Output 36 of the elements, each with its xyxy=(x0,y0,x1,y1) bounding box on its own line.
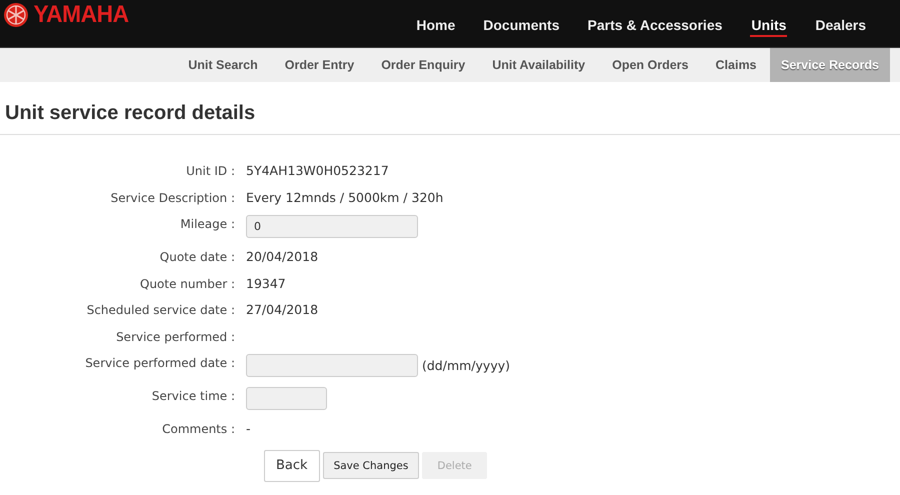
tuning-fork-emblem-icon xyxy=(3,2,29,28)
field-label: Service Description : xyxy=(110,190,236,206)
input-field[interactable] xyxy=(246,354,418,377)
logo-text: YAMAHA xyxy=(34,1,129,29)
subnav-tab[interactable]: Unit Search xyxy=(174,48,272,82)
field-value: 27/04/2018 xyxy=(246,302,318,318)
field-label: Comments : xyxy=(161,421,236,437)
input-field[interactable] xyxy=(246,387,327,410)
field-label: Mileage : xyxy=(179,216,236,232)
field-value: 5Y4AH13W0H0523217 xyxy=(246,163,389,179)
subnav-tab[interactable]: Order Enquiry xyxy=(368,48,479,82)
field-label: Service time : xyxy=(150,388,236,404)
nav-link[interactable]: Home xyxy=(402,14,470,36)
field-value: 20/04/2018 xyxy=(246,249,318,265)
field-label: Scheduled service date : xyxy=(86,302,236,318)
nav-link[interactable]: Parts & Accessories xyxy=(574,14,736,36)
field-label: Quote number : xyxy=(139,276,236,292)
page-title: Unit service record details xyxy=(0,82,900,135)
subnav-tab[interactable]: Open Orders xyxy=(598,48,702,82)
subnav-tab[interactable]: Unit Availability xyxy=(478,48,599,82)
field-value: 19347 xyxy=(246,276,286,292)
nav-link[interactable]: Units xyxy=(750,14,788,36)
field-label: Service performed : xyxy=(115,328,236,344)
subnav-tab[interactable]: Claims xyxy=(702,48,770,82)
nav-link[interactable]: Documents xyxy=(469,14,574,36)
subnav-tab[interactable]: Order Entry xyxy=(271,48,368,82)
field-label: Service performed date : xyxy=(84,355,236,371)
action-button[interactable]: Save Changes xyxy=(322,452,420,479)
input-field[interactable]: 0 xyxy=(246,215,418,238)
field-value: Every 12mnds / 5000km / 320h xyxy=(246,190,444,206)
action-button[interactable]: Back xyxy=(264,450,320,482)
field-value: - xyxy=(246,421,251,437)
format-hint: (dd/mm/yyyy) xyxy=(422,358,510,373)
field-label: Quote date : xyxy=(158,249,236,265)
field-label: Unit ID : xyxy=(185,163,236,179)
nav-link[interactable]: Dealers xyxy=(801,14,880,36)
